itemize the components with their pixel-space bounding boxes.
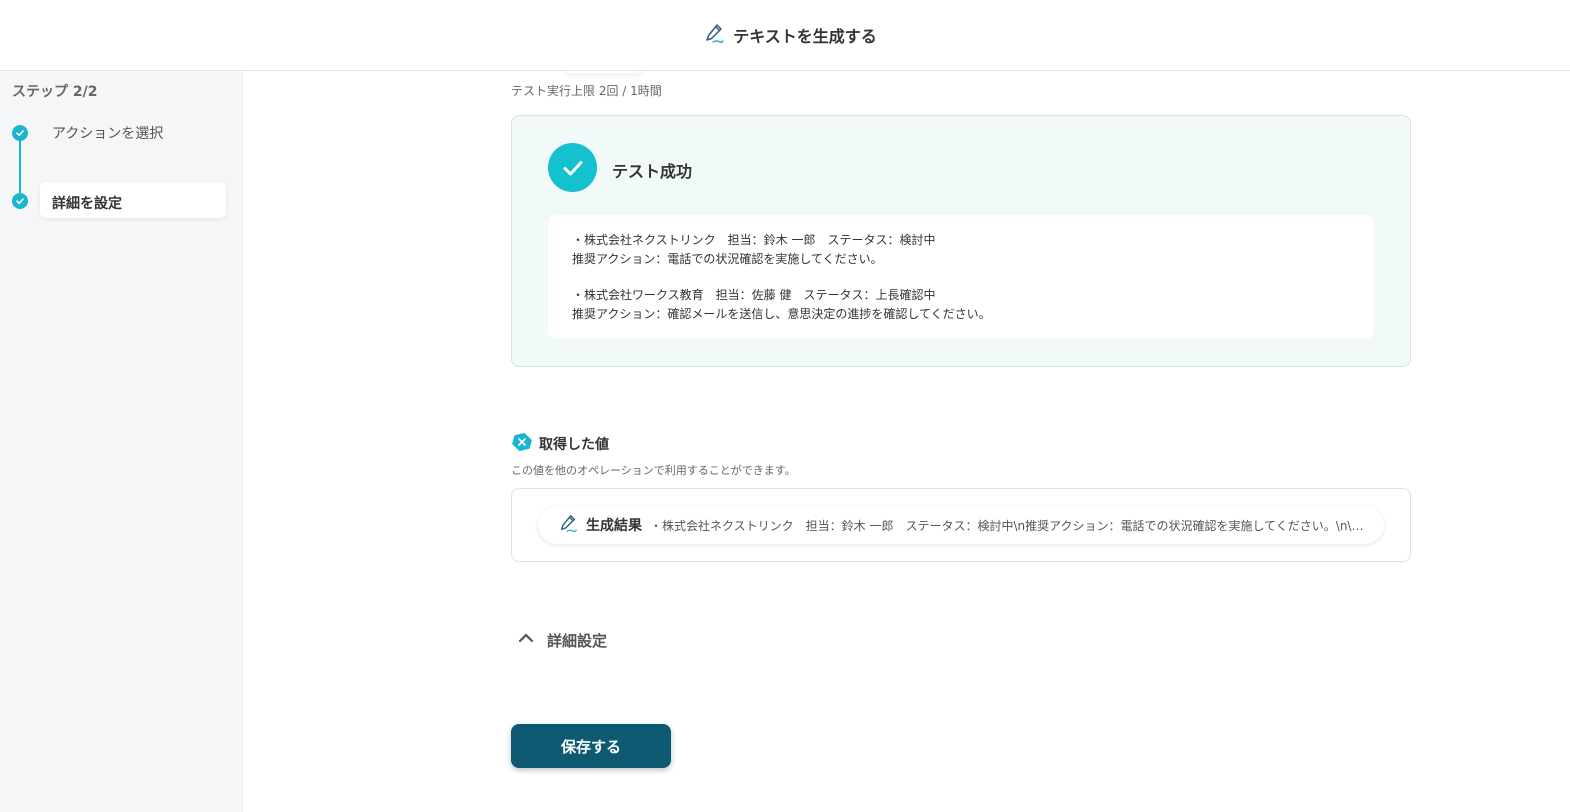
step-check-icon [12, 125, 28, 141]
retrieved-values-description: この値を他のオペレーションで利用することができます。 [511, 464, 796, 477]
output-line: 推奨アクション：電話での状況確認を実施してください。 [572, 251, 883, 266]
check-circle-icon [548, 143, 597, 192]
page-title: テキストを生成する [733, 27, 877, 46]
value-chip-generated-result[interactable]: 生成結果 ・株式会社ネクストリンク 担当：鈴木 一郎 ステータス：検討中\n推奨… [538, 506, 1384, 544]
output-line: ・株式会社ワークス教育 担当：佐藤 健 ステータス：上長確認中 [572, 288, 936, 302]
output-line: ・株式会社ネクストリンク 担当：鈴木 一郎 ステータス：検討中 [572, 233, 936, 247]
sidebar-item-configure-details[interactable]: 詳細を設定 [40, 182, 226, 218]
step-check-icon [12, 193, 28, 209]
retrieved-values-title: 取得した値 [539, 437, 609, 453]
step-counter: ステップ 2/2 [12, 84, 98, 100]
detail-settings-label: 詳細設定 [547, 631, 608, 650]
header-title-group: テキストを生成する [703, 22, 877, 48]
variable-badge-icon [511, 431, 533, 457]
value-preview: ・株式会社ネクストリンク 担当：鈴木 一郎 ステータス：検討中\n推奨アクション… [650, 518, 1364, 533]
detail-settings-toggle[interactable]: 詳細設定 [517, 629, 607, 651]
value-name: 生成結果 [586, 518, 642, 534]
scrolled-element-shadow [563, 65, 643, 73]
step-connector [19, 133, 21, 201]
main-content: テスト実行上限 2回 / 1時間 テスト成功 ・株式会社ネクストリンク 担当：鈴… [243, 71, 1570, 812]
test-result-panel: テスト成功 ・株式会社ネクストリンク 担当：鈴木 一郎 ステータス：検討中 推奨… [511, 115, 1411, 367]
pen-sparkle-icon [703, 22, 725, 48]
save-button[interactable]: 保存する [511, 724, 671, 768]
app-header: テキストを生成する [0, 0, 1570, 71]
test-output-card: ・株式会社ネクストリンク 担当：鈴木 一郎 ステータス：検討中 推奨アクション：… [548, 215, 1374, 339]
retrieved-values-header: 取得した値 [511, 431, 609, 457]
sidebar-item-select-action[interactable]: アクションを選択 [52, 123, 163, 143]
retrieved-values-box: 生成結果 ・株式会社ネクストリンク 担当：鈴木 一郎 ステータス：検討中\n推奨… [511, 488, 1411, 562]
output-line: 推奨アクション：確認メールを送信し、意思決定の進捗を確認してください。 [572, 306, 991, 321]
test-limit-text: テスト実行上限 2回 / 1時間 [511, 84, 662, 98]
test-success-title: テスト成功 [612, 162, 693, 181]
chevron-up-icon [517, 629, 535, 651]
pen-sparkle-icon [558, 513, 578, 537]
step-sidebar: ステップ 2/2 アクションを選択 詳細を設定 [0, 71, 243, 812]
